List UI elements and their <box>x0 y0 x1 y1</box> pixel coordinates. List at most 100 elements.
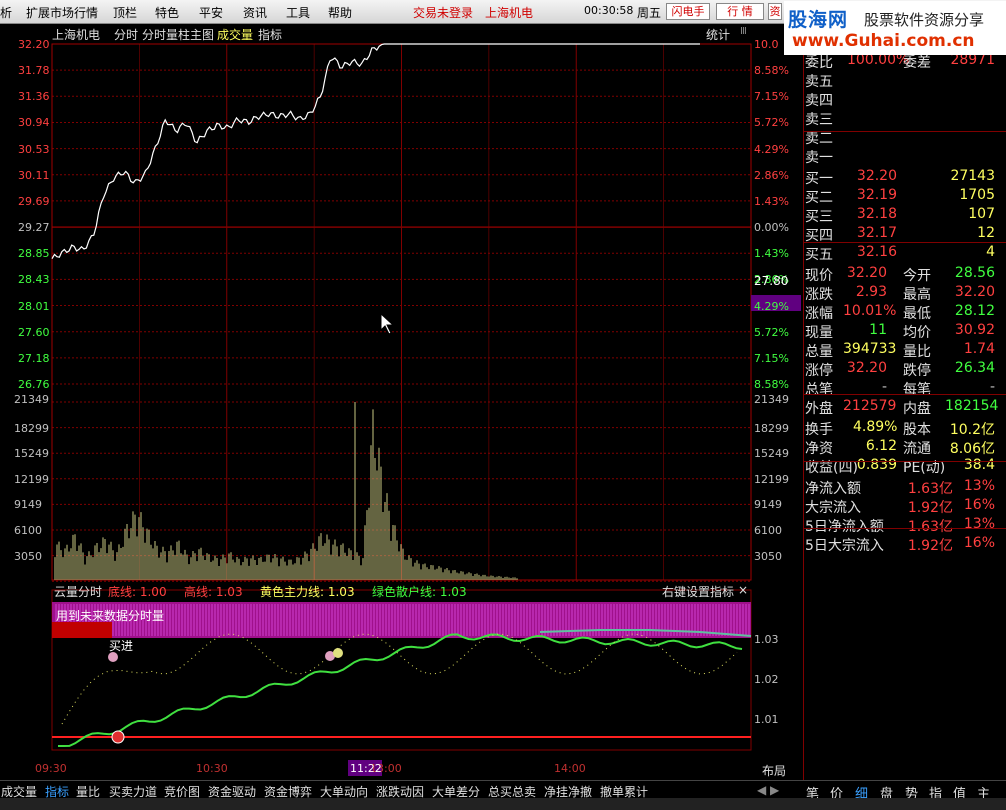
brand-slogan: 股票软件资源分享 <box>864 11 985 29</box>
quote-label-2: PE(动) <box>903 460 946 476</box>
indicator-close-icon[interactable]: × <box>738 583 748 597</box>
quote-value: 6.12 <box>865 438 897 454</box>
quote-row: 涨停 32.20 跌停 26.34 <box>803 360 1006 379</box>
chart-tab-intraday[interactable]: 分时 <box>114 26 138 43</box>
dotted-line <box>61 633 738 725</box>
quote-value: 32.20 <box>846 360 887 376</box>
chart-tab-volume-main[interactable]: 分时量柱主图 <box>142 26 214 43</box>
fund-flow-pct: 16% <box>963 497 995 513</box>
price-tick: 30.53 <box>18 142 50 156</box>
chart-layout-icon[interactable]: Ⅲ <box>740 26 747 37</box>
buy-level-row: 买二 32.19 1705 <box>803 187 1006 206</box>
quote-value-2: 28.12 <box>954 303 995 319</box>
indicator-axis-0: 1.03 <box>754 633 779 646</box>
volume-tick-right: 12199 <box>754 472 789 486</box>
menu-item-0[interactable]: 析 <box>0 4 12 21</box>
volume-tick-left: 18299 <box>14 421 49 435</box>
quote-row: 换手 4.89% 股本 10.2亿 <box>803 419 1006 438</box>
quote-label: 卖四 <box>805 93 833 109</box>
stats-button[interactable]: 统计 <box>706 26 730 43</box>
horizontal-scrollbar[interactable] <box>0 798 1006 810</box>
menu-item-tools[interactable]: 工具 <box>286 4 310 21</box>
quote-label: 涨幅 <box>805 306 833 322</box>
percent-tick: 1.43% <box>754 194 789 208</box>
volume-tick-right: 9149 <box>754 498 782 512</box>
flash-trade-button[interactable]: 闪电手 <box>666 3 710 20</box>
quote-value-2: 10.2亿 <box>949 422 995 438</box>
info-button[interactable]: 资 <box>768 3 782 20</box>
menu-item-news[interactable]: 资讯 <box>243 4 267 21</box>
percent-tick: 4.29% <box>754 142 789 156</box>
menu-item-topbar[interactable]: 顶栏 <box>113 4 137 21</box>
indicator-axis-2: 1.01 <box>754 713 779 726</box>
quote-value-2: 28.56 <box>954 265 995 281</box>
menu-item-special[interactable]: 特色 <box>155 4 179 21</box>
quote-label: 收益(四) <box>805 460 858 476</box>
volume-tick-right: 6100 <box>754 524 782 537</box>
login-status[interactable]: 交易未登录 <box>413 4 473 21</box>
quote-label: 现量 <box>805 325 833 341</box>
quote-value-2: - <box>989 379 995 395</box>
fund-flow-pct: 16% <box>963 535 995 551</box>
fund-flow-value: 1.92亿 <box>907 500 953 516</box>
quote-button[interactable]: 行 情 <box>716 3 764 20</box>
buy-level-label: 买五 <box>805 247 833 263</box>
quote-label-2: 流通 <box>903 441 931 457</box>
quote-label-2: 今开 <box>903 268 931 284</box>
buy-level-label: 买一 <box>805 171 833 187</box>
quote-value: 394733 <box>843 341 897 357</box>
quote-label-2: 跌停 <box>903 363 931 379</box>
time-label-1030: 10:30 <box>196 762 228 775</box>
quote-value: 212579 <box>843 398 897 414</box>
quote-value-2: 182154 <box>945 398 999 414</box>
quote-row: 现价 32.20 今开 28.56 <box>803 265 1006 284</box>
quote-label: 委比 <box>805 55 833 71</box>
chart-area[interactable] <box>0 24 803 780</box>
percent-tick: 1.43% <box>754 247 789 261</box>
quote-value: 4.89% <box>853 419 898 435</box>
buy-level-price: 32.18 <box>856 206 897 222</box>
quote-label: 净资 <box>805 441 833 457</box>
quote-value-2: 26.34 <box>954 360 995 376</box>
tab-scroll-arrows-icon[interactable]: ◀ ▶ <box>757 783 779 797</box>
quote-panel: 委比 100.00% 委差 28971 卖五 卖四 卖三 卖二 卖一 买一 32.20 27143 买二… <box>803 24 1006 780</box>
price-tick: 31.36 <box>18 90 50 104</box>
volume-bars <box>54 402 518 580</box>
buy-level-label: 买三 <box>805 209 833 225</box>
fund-flow-row: 5日净流入额 1.63亿 13% <box>803 516 1006 535</box>
volume-tick-left: 3050 <box>14 549 42 563</box>
quote-label-2: 量比 <box>903 344 931 360</box>
indicator-title[interactable]: 云量分时 <box>54 583 102 600</box>
percent-tick: 7.15% <box>754 351 789 365</box>
quote-label-2: 均价 <box>903 325 931 341</box>
indicator-line-value: 黄色主力线: 1.03 <box>260 585 355 599</box>
buy-level-row: 买五 32.16 4 <box>803 244 1006 263</box>
menu-item-pingan[interactable]: 平安 <box>199 4 223 21</box>
buy-level-price: 32.19 <box>856 187 897 203</box>
price-tick: 27.18 <box>18 351 50 365</box>
fund-flow-value: 1.92亿 <box>907 538 953 554</box>
buy-level-price: 32.17 <box>856 225 897 241</box>
menu-item-extended[interactable]: 扩展市场行情 <box>26 4 98 21</box>
indicator-settings-hint[interactable]: 右键设置指标 <box>662 583 734 600</box>
quote-label-2: 最高 <box>903 287 931 303</box>
buy-level-row: 买一 32.20 27143 <box>803 168 1006 187</box>
indicator-line-value: 绿色散户线: 1.03 <box>372 585 467 599</box>
price-tick: 28.85 <box>18 247 50 261</box>
quote-value: 2.93 <box>855 284 887 300</box>
indicator-line-value: 底线: 1.00 <box>108 585 167 599</box>
quote-value-2: 32.20 <box>954 284 995 300</box>
buy-level-price: 32.16 <box>856 244 897 260</box>
panel-divider <box>803 394 1006 395</box>
layout-button[interactable]: 布局 <box>762 762 786 779</box>
chart-tab-indicator[interactable]: 指标 <box>258 26 282 43</box>
price-tick: 29.27 <box>18 221 50 235</box>
volume-tick-right: 18299 <box>754 421 789 435</box>
quote-row: 净资 6.12 流通 8.06亿 <box>803 438 1006 457</box>
chart-tab-volume[interactable]: 成交量 <box>217 26 253 43</box>
menu-item-help[interactable]: 帮助 <box>328 4 352 21</box>
quote-value: 0.839 <box>856 457 897 473</box>
brand-banner: 股海网 股票软件资源分享 www.Guhai.com.cn <box>784 1 1006 55</box>
mouse-cursor-icon <box>380 312 395 335</box>
quote-label-2: 委差 <box>903 55 931 71</box>
